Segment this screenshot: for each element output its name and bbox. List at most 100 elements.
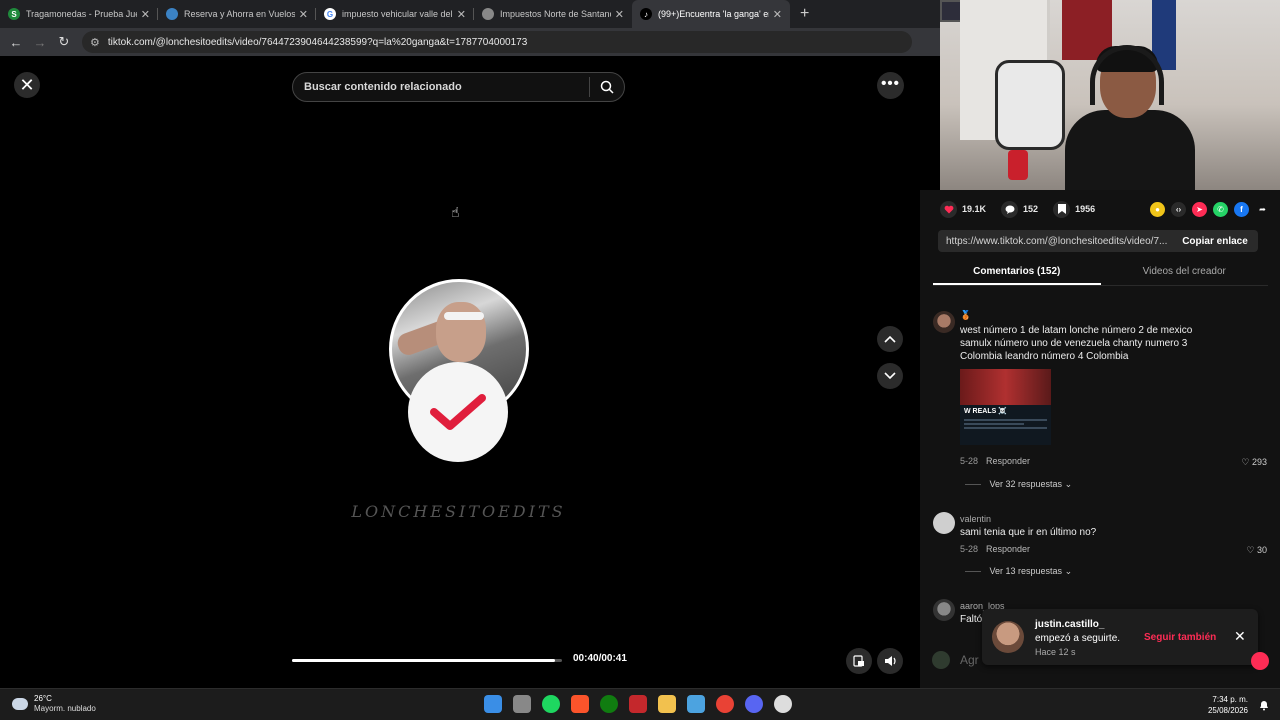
more-options-icon[interactable]: ••• — [877, 72, 904, 99]
task-view-icon[interactable] — [513, 695, 531, 713]
tab-close-icon[interactable]: ✕ — [615, 8, 624, 21]
whatsapp-icon[interactable]: ✆ — [1213, 201, 1228, 217]
share-link-text[interactable]: https://www.tiktok.com/@lonchesitoedits/… — [938, 236, 1172, 247]
comment-meta: 5-28 Responder — [960, 456, 1030, 466]
bookmark-icon[interactable] — [1053, 200, 1071, 218]
facebook-icon[interactable]: f — [1234, 201, 1249, 217]
tab-creator-videos[interactable]: Videos del creador — [1101, 260, 1269, 285]
save-count: 1956 — [1075, 204, 1096, 214]
tab-close-icon[interactable]: ✕ — [773, 8, 782, 21]
follow-back-button[interactable]: Seguir también — [1144, 632, 1216, 643]
replies-label: Ver 13 respuestas — [989, 566, 1063, 576]
start-menu-icon[interactable] — [484, 695, 502, 713]
like-heart-icon[interactable] — [940, 200, 957, 218]
comment-text: west número 1 de latam lonche número 2 d… — [960, 325, 1193, 362]
browser-tab[interactable]: Impuestos Norte de Santander ✕ — [474, 0, 632, 28]
back-icon[interactable]: ← — [4, 35, 28, 50]
view-replies-button[interactable]: Ver 13 respuestas ⌄ — [965, 566, 1073, 577]
toast-username[interactable]: justin.castillo_ — [1035, 619, 1104, 630]
share-arrow-icon[interactable]: ➦ — [1255, 202, 1270, 217]
tab-close-icon[interactable]: ✕ — [141, 8, 150, 21]
video-page: ✕ Buscar contenido relacionado ••• LONCH… — [0, 56, 940, 688]
send-comment-icon[interactable] — [1251, 652, 1269, 670]
taskbar-apps — [484, 695, 803, 713]
view-replies-button[interactable]: Ver 32 respuestas ⌄ — [965, 479, 1073, 490]
reply-button[interactable]: Responder — [986, 456, 1030, 466]
comment-date: 5-28 — [960, 456, 979, 466]
copy-link-button[interactable]: Copiar enlace — [1172, 236, 1258, 247]
heart-outline-icon: ♡ — [1241, 457, 1250, 467]
avatar — [932, 651, 950, 669]
weather-widget[interactable]: 26°C Mayorm. nublado — [12, 694, 96, 714]
next-video-button[interactable] — [877, 363, 903, 389]
tab-close-icon[interactable]: ✕ — [457, 8, 466, 21]
comment-date: 5-28 — [960, 544, 979, 554]
url-text: tiktok.com/@lonchesitoedits/video/764472… — [107, 36, 528, 48]
cloud-icon — [12, 698, 28, 710]
chrome-icon[interactable] — [716, 695, 734, 713]
comment-meta: 5-28 Responder — [960, 544, 1030, 554]
video-watermark: LONCHESITOEDITS — [351, 502, 566, 521]
comment-input[interactable]: Agr — [960, 653, 979, 667]
xbox-icon[interactable] — [600, 695, 618, 713]
miniplayer-icon[interactable] — [846, 648, 872, 674]
browser-tab-active[interactable]: ♪ (99+)Encuentra 'la ganga' en Ti ✕ — [632, 0, 790, 28]
browser-tab[interactable]: Reserva y Ahorra en Vuelos y H ✕ — [158, 0, 316, 28]
chevron-down-icon: ⌄ — [1064, 566, 1073, 576]
avatar[interactable] — [933, 311, 955, 333]
weather-temp: 26°C — [34, 694, 52, 703]
avatar[interactable] — [933, 512, 955, 534]
reload-icon[interactable]: ↻ — [52, 34, 76, 50]
comment-username[interactable]: valentin — [960, 514, 991, 524]
share-link-row: https://www.tiktok.com/@lonchesitoedits/… — [938, 230, 1258, 252]
system-clock[interactable]: 7:34 p. m. 25/08/2026 — [1208, 694, 1248, 716]
send-share-icon[interactable]: ➤ — [1192, 201, 1207, 217]
tab-close-icon[interactable]: ✕ — [299, 8, 308, 21]
chevron-down-icon: ⌄ — [1064, 479, 1073, 489]
browser-tab[interactable]: G impuesto vehicular valle del ro ✕ — [316, 0, 474, 28]
heart-outline-icon: ♡ — [1246, 545, 1255, 555]
brave-icon[interactable] — [571, 695, 589, 713]
checkmark-icon — [408, 362, 508, 462]
app-icon[interactable] — [629, 695, 647, 713]
tab-comments[interactable]: Comentarios (152) — [933, 260, 1101, 285]
video-player[interactable]: LONCHESITOEDITS 00:40/00:41 — [281, 104, 636, 688]
previous-video-button[interactable] — [877, 326, 903, 352]
comment-likes[interactable]: ♡ 293 — [1241, 457, 1267, 468]
comment-username[interactable]: 🥉 — [960, 310, 971, 321]
notification-bell-icon[interactable] — [1258, 698, 1270, 711]
forward-icon[interactable]: → — [28, 35, 52, 50]
app-icon[interactable] — [774, 695, 792, 713]
comment-like-count: 293 — [1251, 457, 1267, 467]
like-count: 19.1K — [962, 204, 987, 214]
embed-code-icon[interactable]: ‹› — [1171, 201, 1186, 217]
volume-icon[interactable] — [877, 648, 903, 674]
search-input[interactable]: Buscar contenido relacionado — [293, 81, 589, 93]
comment-icon[interactable] — [1001, 200, 1019, 218]
file-explorer-icon[interactable] — [658, 695, 676, 713]
video-time: 00:40/00:41 — [573, 653, 627, 664]
url-field[interactable]: ⚙ tiktok.com/@lonchesitoedits/video/7644… — [82, 31, 912, 53]
comment-image[interactable]: W REALS ☠️ — [960, 369, 1051, 445]
windows-taskbar: 26°C Mayorm. nublado 7:34 p. m. 25/08/20… — [0, 688, 1280, 720]
reply-button[interactable]: Responder — [986, 544, 1030, 554]
spotify-icon[interactable] — [542, 695, 560, 713]
tab-title: Impuestos Norte de Santander — [500, 9, 611, 19]
browser-tab[interactable]: S Tragamonedas - Prueba Juego ✕ — [0, 0, 158, 28]
related-search-bar[interactable]: Buscar contenido relacionado — [292, 72, 625, 102]
comment-likes[interactable]: ♡ 30 — [1246, 545, 1267, 556]
new-tab-button[interactable]: + — [790, 0, 819, 28]
search-icon[interactable] — [590, 80, 624, 94]
store-icon[interactable] — [687, 695, 705, 713]
video-progress-bar[interactable] — [292, 659, 562, 662]
streamer-webcam-overlay — [940, 0, 1280, 190]
discord-icon[interactable] — [745, 695, 763, 713]
comment-item: 🥉 west número 1 de latam lonche número 2… — [933, 310, 1273, 491]
coin-share-icon[interactable]: ● — [1150, 201, 1165, 217]
site-info-icon[interactable]: ⚙ — [90, 36, 100, 49]
comment-count: 152 — [1023, 204, 1039, 214]
avatar[interactable] — [933, 599, 955, 621]
comment-composer: Agr — [930, 646, 1275, 676]
close-icon[interactable]: ✕ — [1234, 628, 1246, 645]
close-video-button[interactable]: ✕ — [14, 72, 40, 98]
